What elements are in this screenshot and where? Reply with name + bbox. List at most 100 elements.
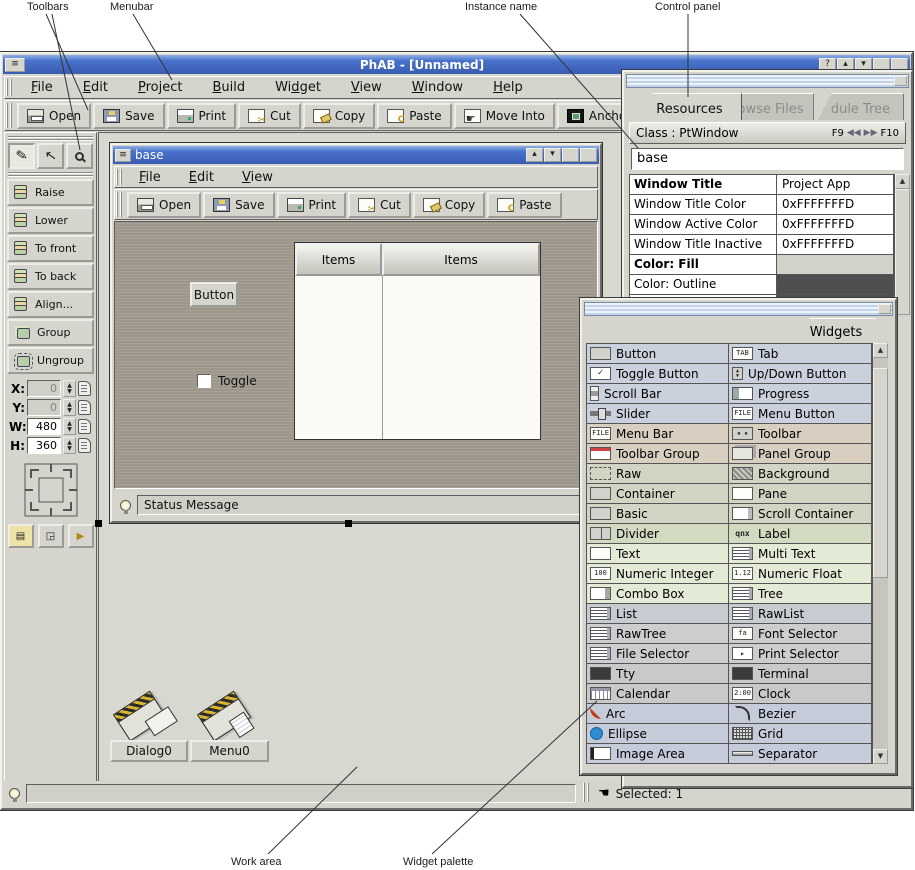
widget-item-toolbar[interactable]: Toolbar (729, 424, 871, 443)
toolbar-button-paste[interactable]: Paste (487, 192, 561, 218)
widget-item-raw[interactable]: Raw (587, 464, 729, 483)
dialog-module-icon[interactable] (118, 700, 178, 740)
toolbar-button-print[interactable]: Print (277, 192, 347, 218)
widget-item-numeric-float[interactable]: 1.12Numeric Float (729, 564, 871, 583)
toolbar-button-cut[interactable]: Cut (348, 192, 411, 218)
widget-palette-titlebar[interactable] (584, 302, 893, 316)
widget-item-clock[interactable]: 2:00Clock (729, 684, 871, 703)
menu-view[interactable]: View (343, 78, 390, 97)
system-menu-icon[interactable]: ≡ (115, 149, 131, 162)
menu-edit[interactable]: Edit (181, 168, 222, 187)
sidebar-button-align-[interactable]: Align... (7, 291, 94, 318)
widget-item-tab[interactable]: TABTab (729, 344, 871, 363)
widget-item-toggle-button[interactable]: Toggle Button (587, 364, 729, 383)
widget-item-multi-text[interactable]: Multi Text (729, 544, 871, 563)
selection-handle[interactable] (95, 520, 102, 527)
toolbar-button-open[interactable]: Open (17, 103, 91, 129)
spinner-icon[interactable]: ▲▼ (63, 399, 76, 416)
widget-item-separator[interactable]: Separator (729, 744, 871, 763)
canvas-divider-widget[interactable]: Items Items (294, 242, 541, 440)
menu-build[interactable]: Build (204, 78, 253, 97)
widget-item-button[interactable]: Button (587, 344, 729, 363)
divider-header[interactable]: Items (382, 243, 540, 276)
widget-item-ellipse[interactable]: Ellipse (587, 724, 729, 743)
menu-file[interactable]: File (23, 78, 61, 97)
scroll-up-icon[interactable]: ▲ (895, 174, 910, 189)
menu-view[interactable]: View (234, 168, 281, 187)
menu-window[interactable]: Window (404, 78, 471, 97)
widget-item-divider[interactable]: Divider (587, 524, 729, 543)
widget-item-tty[interactable]: Tty (587, 664, 729, 683)
menu-help[interactable]: Help (485, 78, 531, 97)
widget-item-image-area[interactable]: Image Area (587, 744, 729, 763)
toolbar-button-cut[interactable]: Cut (238, 103, 301, 129)
menubar-grip[interactable] (6, 79, 13, 96)
max-button[interactable] (562, 148, 579, 162)
module-dialog0[interactable]: Dialog0 (110, 740, 188, 762)
menu-file[interactable]: File (131, 168, 169, 187)
menu-project[interactable]: Project (130, 78, 191, 97)
toolbar-button-copy[interactable]: Copy (303, 103, 375, 129)
control-panel-titlebar[interactable] (626, 74, 909, 88)
module-menu0[interactable]: Menu0 (190, 740, 269, 762)
widget-item-label[interactable]: qnxLabel (729, 524, 871, 543)
tab-resources[interactable]: Resources (638, 93, 742, 120)
widget-item-toolbar-group[interactable]: Toolbar Group (587, 444, 729, 463)
spinner-icon[interactable]: ▲▼ (63, 437, 76, 454)
widget-item-font-selector[interactable]: faFont Selector (729, 624, 871, 643)
lock-icon[interactable] (78, 419, 91, 434)
collapse-modules-button[interactable]: ◲ (38, 524, 64, 548)
menu-widget[interactable]: Widget (267, 78, 329, 97)
system-menu-icon[interactable]: ≡ (5, 58, 25, 72)
widget-item-container[interactable]: Container (587, 484, 729, 503)
toolbar-grip[interactable] (6, 103, 13, 128)
resource-row[interactable]: Color: Fill (630, 255, 893, 275)
panel-menu-button[interactable] (878, 304, 891, 314)
widget-item-background[interactable]: Background (729, 464, 871, 483)
instance-name-input[interactable]: base (631, 148, 904, 170)
toolbar-grip[interactable] (116, 192, 123, 217)
base-canvas[interactable]: Button Toggle Items Items (114, 221, 598, 489)
geometry-field-x-[interactable]: 0 (27, 380, 61, 397)
widget-item-grid[interactable]: Grid (729, 724, 871, 743)
sidebar-button-ungroup[interactable]: Ungroup (7, 347, 94, 374)
collapse-button[interactable]: ▴ (526, 148, 543, 162)
base-titlebar[interactable]: ≡ base ▴▾ (113, 146, 599, 164)
resource-row[interactable]: Color: Outline (630, 275, 893, 295)
widget-item-slider[interactable]: Slider (587, 404, 729, 423)
expand-modules-button[interactable]: ▶ (68, 524, 94, 548)
widget-item-scroll-bar[interactable]: Scroll Bar (587, 384, 729, 403)
toolbar-button-save[interactable]: Save (203, 192, 274, 218)
resource-row[interactable]: Window Title Color0xFFFFFFFD (630, 195, 893, 215)
lock-icon[interactable] (78, 400, 91, 415)
widget-item-file-selector[interactable]: File Selector (587, 644, 729, 663)
palette-scrollbar[interactable]: ▲ ▼ (872, 343, 888, 764)
canvas-button-widget[interactable]: Button (190, 282, 238, 307)
toolbar-button-save[interactable]: Save (93, 103, 164, 129)
widget-item-pane[interactable]: Pane (729, 484, 871, 503)
widget-item-terminal[interactable]: Terminal (729, 664, 871, 683)
resource-row[interactable]: Window Title Inactive0xFFFFFFFD (630, 235, 893, 255)
tab-widgets[interactable]: Widgets (796, 318, 876, 343)
geometry-field-h-[interactable]: 360 (27, 437, 61, 454)
anchoring-preview[interactable] (23, 462, 79, 518)
toolbar-button-open[interactable]: Open (127, 192, 201, 218)
divider-header[interactable]: Items (295, 243, 382, 276)
widget-item-text[interactable]: Text (587, 544, 729, 563)
spinner-icon[interactable]: ▲▼ (63, 418, 76, 435)
geometry-field-w-[interactable]: 480 (27, 418, 61, 435)
scroll-up-icon[interactable]: ▲ (873, 343, 888, 358)
toolbar-button-move-into[interactable]: Move Into (454, 103, 555, 129)
panel-menu-button[interactable] (894, 76, 907, 86)
widget-item-bezier[interactable]: Bezier (729, 704, 871, 723)
widget-item-menu-button[interactable]: FILEMenu Button (729, 404, 871, 423)
lock-icon[interactable] (78, 438, 91, 453)
zoom-button[interactable]: ▾ (544, 148, 561, 162)
sidebar-button-to-back[interactable]: To back (7, 263, 94, 290)
widget-item-tree[interactable]: Tree (729, 584, 871, 603)
widget-item-print-selector[interactable]: Print Selector (729, 644, 871, 663)
widget-item-progress[interactable]: Progress (729, 384, 871, 403)
widget-item-calendar[interactable]: Calendar (587, 684, 729, 703)
widget-item-combo-box[interactable]: Combo Box (587, 584, 729, 603)
tab-dule-tree[interactable]: dule Tree (818, 93, 904, 120)
